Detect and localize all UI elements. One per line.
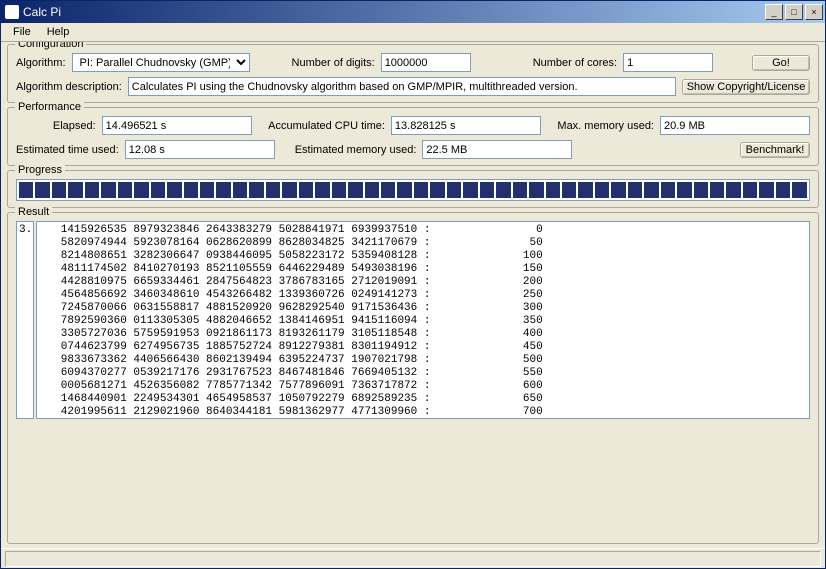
performance-group: Performance Elapsed: Accumulated CPU tim… — [7, 107, 819, 166]
progress-segment — [743, 182, 757, 198]
progress-segment — [365, 182, 379, 198]
progress-segment — [19, 182, 33, 198]
est-mem-field — [422, 140, 572, 159]
progress-segment — [726, 182, 740, 198]
result-output[interactable]: 1415926535 8979323846 2643383279 5028841… — [36, 221, 810, 419]
progress-segment — [299, 182, 313, 198]
cpu-field — [391, 116, 541, 135]
elapsed-field — [102, 116, 252, 135]
cpu-label: Accumulated CPU time: — [268, 120, 385, 132]
go-button[interactable]: Go! — [752, 55, 810, 71]
benchmark-button[interactable]: Benchmark! — [740, 142, 810, 158]
progress-segment — [546, 182, 560, 198]
progress-legend: Progress — [15, 164, 65, 176]
progress-segment — [628, 182, 642, 198]
progress-segment — [282, 182, 296, 198]
performance-legend: Performance — [15, 101, 84, 113]
progress-segment — [447, 182, 461, 198]
progress-segment — [249, 182, 263, 198]
est-time-label: Estimated time used: — [16, 144, 119, 156]
progress-bar — [16, 179, 810, 201]
description-label: Algorithm description: — [16, 81, 122, 93]
configuration-group: Configuration Algorithm: PI: Parallel Ch… — [7, 44, 819, 103]
progress-segment — [167, 182, 181, 198]
progress-segment — [710, 182, 724, 198]
algorithm-label: Algorithm: — [16, 57, 66, 69]
progress-segment — [85, 182, 99, 198]
mem-field — [660, 116, 810, 135]
progress-segment — [480, 182, 494, 198]
progress-segment — [397, 182, 411, 198]
est-time-field — [125, 140, 275, 159]
progress-segment — [200, 182, 214, 198]
progress-segment — [266, 182, 280, 198]
progress-segment — [661, 182, 675, 198]
progress-segment — [759, 182, 773, 198]
progress-segment — [562, 182, 576, 198]
progress-group: Progress — [7, 170, 819, 208]
progress-segment — [776, 182, 790, 198]
digits-input[interactable] — [381, 53, 471, 72]
menu-file[interactable]: File — [5, 24, 39, 40]
progress-segment — [52, 182, 66, 198]
menu-help[interactable]: Help — [39, 24, 78, 40]
statusbar — [1, 548, 825, 568]
progress-segment — [332, 182, 346, 198]
progress-segment — [496, 182, 510, 198]
progress-segment — [611, 182, 625, 198]
progress-segment — [677, 182, 691, 198]
result-legend: Result — [15, 206, 52, 218]
progress-segment — [529, 182, 543, 198]
minimize-button[interactable]: _ — [765, 4, 783, 20]
progress-segment — [644, 182, 658, 198]
progress-segment — [184, 182, 198, 198]
progress-segment — [216, 182, 230, 198]
license-button[interactable]: Show Copyright/License — [682, 79, 810, 95]
progress-segment — [233, 182, 247, 198]
app-icon — [5, 5, 19, 19]
progress-segment — [430, 182, 444, 198]
progress-segment — [151, 182, 165, 198]
close-button[interactable]: × — [805, 4, 823, 20]
elapsed-label: Elapsed: — [53, 120, 96, 132]
progress-segment — [134, 182, 148, 198]
cores-label: Number of cores: — [533, 57, 617, 69]
algorithm-select[interactable]: PI: Parallel Chudnovsky (GMP) — [72, 53, 250, 72]
mem-label: Max. memory used: — [557, 120, 654, 132]
digits-label: Number of digits: — [292, 57, 375, 69]
cores-input[interactable] — [623, 53, 713, 72]
progress-segment — [101, 182, 115, 198]
progress-segment — [513, 182, 527, 198]
progress-segment — [414, 182, 428, 198]
progress-segment — [118, 182, 132, 198]
progress-segment — [35, 182, 49, 198]
progress-segment — [68, 182, 82, 198]
result-prefix: 3. — [16, 221, 34, 419]
est-mem-label: Estimated memory used: — [295, 144, 417, 156]
description-field — [128, 77, 676, 96]
window-title: Calc Pi — [23, 5, 61, 19]
progress-segment — [578, 182, 592, 198]
maximize-button[interactable]: □ — [785, 4, 803, 20]
progress-segment — [348, 182, 362, 198]
progress-segment — [694, 182, 708, 198]
progress-segment — [792, 182, 806, 198]
progress-segment — [595, 182, 609, 198]
titlebar: Calc Pi _ □ × — [1, 1, 825, 23]
progress-segment — [315, 182, 329, 198]
progress-segment — [381, 182, 395, 198]
result-group: Result 3. 1415926535 8979323846 26433832… — [7, 212, 819, 544]
configuration-legend: Configuration — [15, 42, 86, 50]
progress-segment — [463, 182, 477, 198]
menubar: File Help — [1, 23, 825, 42]
